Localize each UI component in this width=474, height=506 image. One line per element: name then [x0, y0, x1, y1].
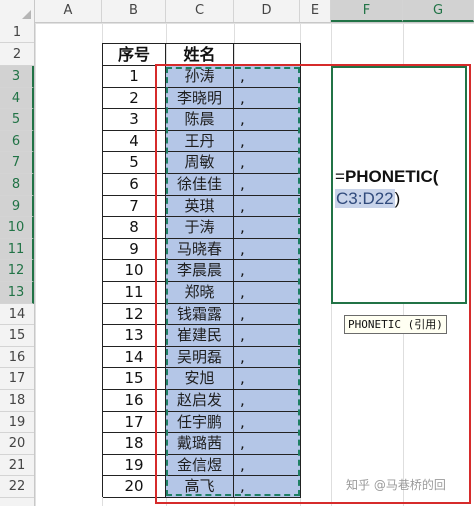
- column-header-d[interactable]: D: [234, 0, 300, 22]
- row-header-5[interactable]: 5: [0, 109, 34, 131]
- formula-function: PHONETIC(: [344, 167, 439, 186]
- row-header-16[interactable]: 16: [0, 347, 34, 369]
- row-header-14[interactable]: 14: [0, 304, 34, 326]
- row-header-4[interactable]: 4: [0, 87, 34, 110]
- column-header-c[interactable]: C: [166, 0, 234, 22]
- header-no[interactable]: 序号: [103, 44, 166, 66]
- row-header-8[interactable]: 8: [0, 174, 34, 196]
- row-header-11[interactable]: 11: [0, 238, 34, 261]
- watermark: 知乎 @马巷桥的回: [346, 478, 446, 492]
- row-header-1[interactable]: 1: [0, 22, 34, 43]
- row-header-20[interactable]: 20: [0, 433, 34, 455]
- merged-cell-f3[interactable]: =PHONETIC( C3:D22): [331, 66, 467, 304]
- row-header-15[interactable]: 15: [0, 325, 34, 347]
- select-all-corner[interactable]: [0, 0, 35, 22]
- column-header-e[interactable]: E: [300, 0, 331, 22]
- select-all-icon: [22, 10, 31, 19]
- header-extra[interactable]: [234, 44, 301, 66]
- row-header-3[interactable]: 3: [0, 66, 34, 88]
- column-header-bar: A B C D E F G: [0, 0, 474, 23]
- row-header-2[interactable]: 2: [0, 43, 34, 66]
- row-header-19[interactable]: 19: [0, 412, 34, 434]
- row-header-6[interactable]: 6: [0, 130, 34, 153]
- row-header-10[interactable]: 10: [0, 217, 34, 239]
- row-header-13[interactable]: 13: [0, 282, 34, 304]
- column-header-f[interactable]: F: [331, 0, 403, 22]
- formula-suffix: ): [394, 189, 401, 208]
- row-header-9[interactable]: 9: [0, 195, 34, 218]
- row-header-12[interactable]: 12: [0, 260, 34, 282]
- row-header-7[interactable]: 7: [0, 152, 34, 174]
- column-header-a[interactable]: A: [35, 0, 102, 22]
- formula-reference: C3:D22: [335, 189, 395, 208]
- formula-text[interactable]: =PHONETIC( C3:D22): [335, 166, 467, 210]
- row-header-17[interactable]: 17: [0, 368, 34, 390]
- header-name[interactable]: 姓名: [166, 44, 234, 66]
- column-header-g[interactable]: G: [403, 0, 474, 22]
- formula-prefix: =: [335, 167, 345, 186]
- column-header-b[interactable]: B: [102, 0, 166, 22]
- row-header-21[interactable]: 21: [0, 455, 34, 477]
- row-header-18[interactable]: 18: [0, 390, 34, 412]
- row-header-22[interactable]: 22: [0, 476, 34, 498]
- function-tooltip[interactable]: PHONETIC (引用): [344, 315, 447, 334]
- spreadsheet: A B C D E F G 序号 姓名 1 孙涛, 2 李晓明, 3 陈晨, 4 王丹, 5 周敏…: [0, 0, 474, 506]
